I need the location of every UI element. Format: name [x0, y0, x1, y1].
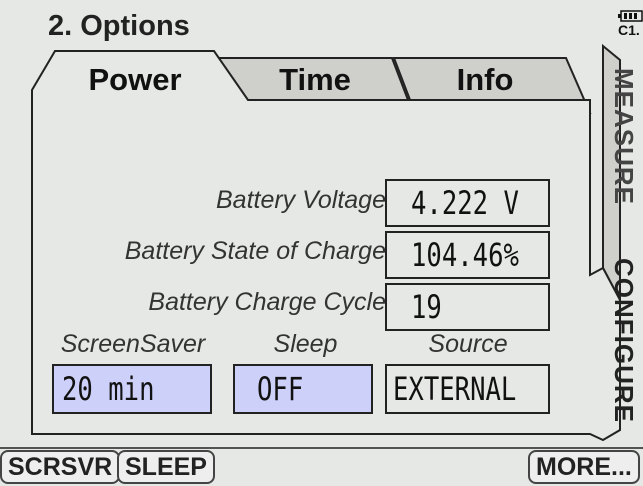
sleep-softkey[interactable]: SLEEP: [117, 450, 215, 484]
battery-soc-label: Battery State of Charge: [124, 237, 386, 265]
battery-soc-value: 104.46%: [385, 231, 550, 279]
sleep-label: Sleep: [273, 330, 338, 358]
battery-voltage-label: Battery Voltage: [215, 186, 386, 214]
scrsvr-softkey[interactable]: SCRSVR: [0, 450, 121, 484]
battery-voltage-value: 4.222 V: [385, 179, 550, 227]
screensaver-label: ScreenSaver: [60, 330, 206, 358]
battery-icon: [618, 10, 643, 22]
tab-power[interactable]: Power: [55, 62, 215, 98]
device-screen: 2. Options Power Time Info Battery Volta…: [0, 0, 643, 486]
screensaver-field[interactable]: 20 min: [52, 364, 212, 414]
source-label: Source: [428, 330, 508, 358]
side-tab-configure[interactable]: CONFIGURE: [608, 258, 639, 423]
battery-charge-cycle-label: Battery Charge Cycle: [148, 288, 386, 316]
sleep-field[interactable]: OFF: [233, 364, 373, 414]
side-tab-measure[interactable]: MEASURE: [608, 68, 639, 205]
tab-time[interactable]: Time: [240, 62, 390, 98]
more-softkey[interactable]: MORE...: [528, 450, 640, 484]
battery-charge-cycle-value: 19: [385, 283, 550, 331]
tab-info[interactable]: Info: [410, 62, 560, 98]
source-field: EXTERNAL: [385, 364, 550, 414]
channel-indicator: C1.: [618, 22, 640, 38]
